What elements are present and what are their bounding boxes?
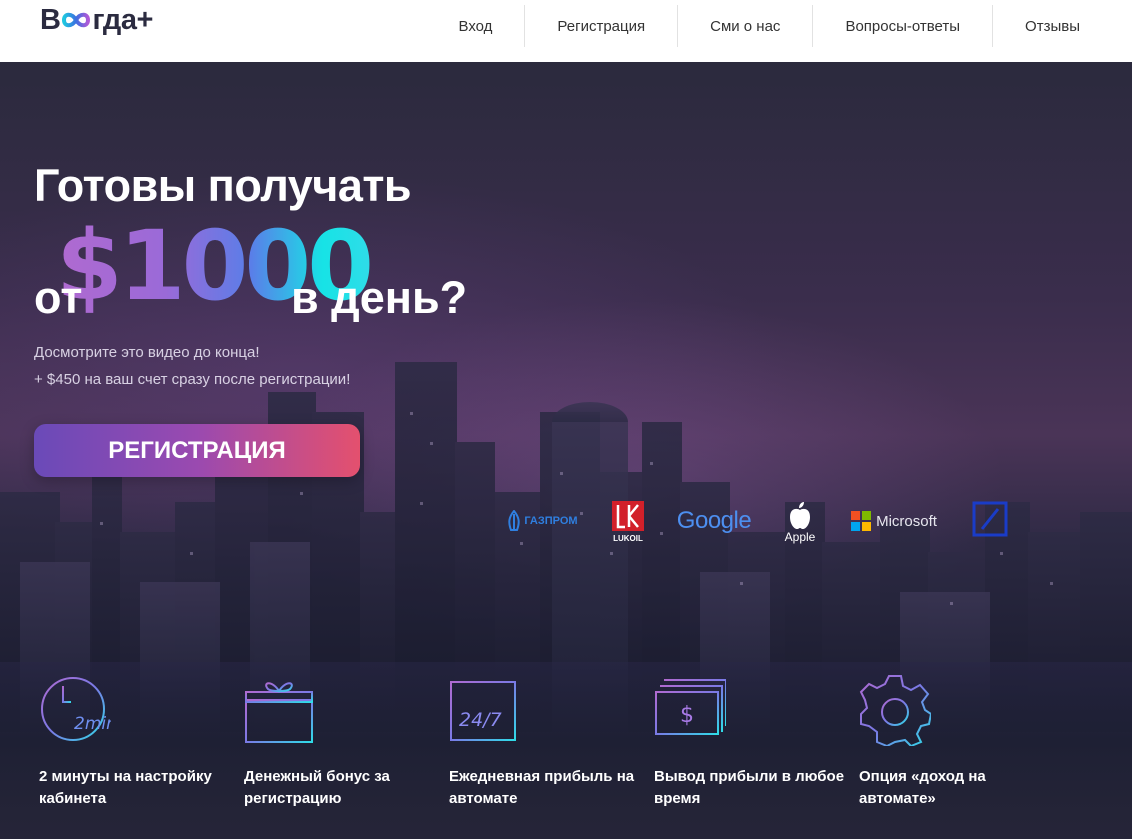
infinity-icon <box>62 12 91 28</box>
lukoil-text: LUKOIL <box>613 533 643 543</box>
money-icon-text: $ <box>680 703 694 728</box>
google-text: Google <box>676 507 752 534</box>
microsoft-text: Microsoft <box>876 512 937 530</box>
money-stack-icon: $ <box>655 679 726 735</box>
deutsche-bank-logo <box>970 500 1010 538</box>
feature-withdrawal: $ Вывод прибыли в любое время <box>654 674 849 810</box>
main-nav: Вход Регистрация Сми о нас Вопросы-ответ… <box>426 0 1080 52</box>
gift-icon <box>245 682 313 743</box>
logo[interactable]: В гда+ <box>40 2 153 38</box>
feature-label: Денежный бонус за регистрацию <box>244 768 390 807</box>
lukoil-logo: LUKOIL <box>609 497 647 545</box>
nav-login[interactable]: Вход <box>426 5 524 47</box>
hero-title-prefix: от <box>34 272 83 323</box>
logo-text-left: В <box>40 3 61 36</box>
hero-section: Готовы получать $1000 от в день? Досмотр… <box>0 62 1132 839</box>
feature-daily-profit: 24/7 Ежедневная прибыль на автомате <box>449 674 644 810</box>
microsoft-logo: Microsoft <box>846 506 942 536</box>
apple-icon <box>790 502 810 529</box>
deutsche-bank-icon <box>972 501 1008 537</box>
feature-label: Ежедневная прибыль на автомате <box>449 768 635 807</box>
feature-bonus: Денежный бонус за регистрацию <box>244 674 439 810</box>
hero-title-line1: Готовы получать <box>34 160 412 211</box>
google-logo: Google <box>674 506 754 536</box>
hero-subtitle-line1: Досмотрите это видео до конца! <box>34 344 260 361</box>
apple-text: Apple <box>784 530 816 544</box>
logo-text-right: гда+ <box>92 3 153 36</box>
nav-media[interactable]: Сми о нас <box>677 5 812 47</box>
feature-label: Опция «доход на автомате» <box>859 768 986 807</box>
hero-title-line2: $1000 от в день? <box>34 212 554 323</box>
clock-icon: 2min <box>41 677 111 741</box>
partner-logos: ГАЗПРОМ LUKOIL Google Apple Microsoft <box>0 492 1132 552</box>
feature-auto-income: Опция «доход на автомате» <box>859 674 1054 810</box>
apple-logo: Apple <box>780 496 820 548</box>
gazprom-text: ГАЗПРОМ <box>524 515 578 527</box>
site-header: В гда+ Вход Регистрация Сми о нас Вопрос… <box>0 0 1132 62</box>
microsoft-windows-icon <box>851 511 872 531</box>
nav-reviews[interactable]: Отзывы <box>992 5 1080 47</box>
hero-title-suffix: в день? <box>291 272 468 323</box>
nav-faq[interactable]: Вопросы-ответы <box>812 5 992 47</box>
feature-label: 2 минуты на настройку кабинета <box>39 768 212 807</box>
gazprom-logo: ГАЗПРОМ <box>503 506 581 536</box>
calendar-icon: 24/7 <box>450 676 516 741</box>
nav-registration[interactable]: Регистрация <box>524 5 677 47</box>
feature-label: Вывод прибыли в любое время <box>654 768 845 807</box>
calendar-icon-text: 24/7 <box>459 709 502 731</box>
clock-icon-text: 2min <box>74 714 111 734</box>
gear-icon <box>859 675 931 746</box>
register-button[interactable]: РЕГИСТРАЦИЯ <box>34 424 360 477</box>
feature-setup-time: 2min 2 минуты на настройку кабинета <box>39 674 234 810</box>
gazprom-flame-icon <box>508 510 521 531</box>
hero-subtitle-line2: + $450 на ваш счет сразу после регистрац… <box>34 371 351 388</box>
lukoil-emblem-icon <box>612 500 644 531</box>
